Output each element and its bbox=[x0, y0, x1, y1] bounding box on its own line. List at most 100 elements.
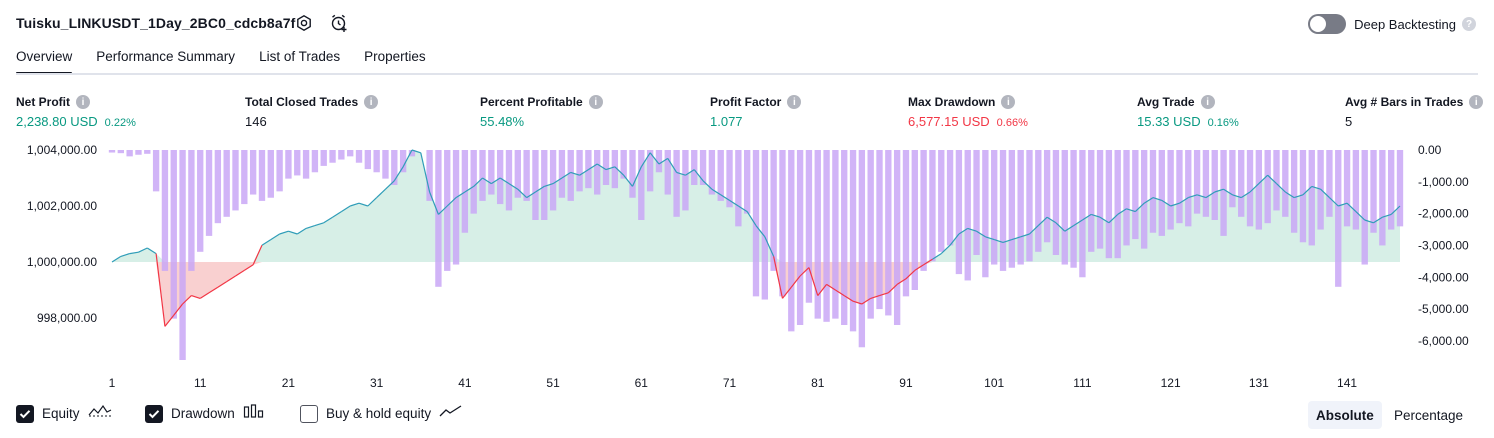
drawdown-bar bbox=[435, 150, 442, 287]
legend-drawdown[interactable]: Drawdown bbox=[145, 404, 265, 423]
tab-properties[interactable]: Properties bbox=[364, 44, 426, 74]
drawdown-bar bbox=[1114, 150, 1121, 259]
drawdown-bar bbox=[1388, 150, 1395, 230]
drawdown-bar bbox=[276, 150, 283, 192]
x-axis-tick-label: 81 bbox=[811, 376, 825, 390]
metric-value: 5 bbox=[1345, 114, 1353, 129]
info-icon[interactable]: i bbox=[364, 95, 379, 109]
drawdown-bar bbox=[470, 150, 477, 214]
info-icon[interactable]: i bbox=[1469, 95, 1484, 109]
drawdown-bar bbox=[902, 150, 910, 297]
x-axis-tick-label: 11 bbox=[194, 376, 207, 390]
drawdown-bar bbox=[170, 150, 177, 319]
drawdown-bar bbox=[788, 150, 795, 332]
info-icon[interactable]: i bbox=[1200, 95, 1215, 109]
drawdown-bar bbox=[179, 150, 186, 360]
drawdown-bar bbox=[893, 150, 901, 325]
drawdown-bar bbox=[108, 150, 116, 153]
drawdown-bar bbox=[938, 150, 945, 252]
drawdown-bar bbox=[1335, 150, 1342, 287]
drawdown-bar bbox=[232, 150, 239, 211]
tab-performance-summary[interactable]: Performance Summary bbox=[96, 44, 235, 74]
x-axis-tick-label: 1 bbox=[109, 376, 116, 390]
metric-label: Net Profit bbox=[16, 95, 70, 109]
legend-equity[interactable]: Equity bbox=[16, 404, 112, 423]
drawdown-bar bbox=[302, 150, 310, 179]
drawdown-bar bbox=[1158, 150, 1165, 236]
drawdown-bar bbox=[620, 150, 627, 179]
drawdown-bar bbox=[496, 150, 504, 205]
drawdown-bar bbox=[841, 150, 848, 325]
right-axis-tick-label: -1,000.00 bbox=[1418, 175, 1469, 189]
metric-label: Percent Profitable bbox=[480, 95, 583, 109]
drawdown-bar bbox=[858, 150, 866, 348]
drawdown-bar bbox=[558, 150, 566, 198]
drawdown-bar bbox=[355, 150, 363, 163]
metric-label: Max Drawdown bbox=[908, 95, 996, 109]
x-axis-tick-label: 131 bbox=[1249, 376, 1269, 390]
add-alert-icon[interactable] bbox=[329, 13, 349, 33]
left-axis-tick-label: 998,000.00 bbox=[37, 311, 97, 325]
equity-label: Equity bbox=[42, 406, 80, 421]
drawdown-bar bbox=[991, 150, 998, 265]
settings-icon[interactable] bbox=[294, 13, 314, 33]
drawdown-bar bbox=[946, 150, 954, 246]
drawdown-bar bbox=[1167, 150, 1174, 230]
drawdown-bar bbox=[638, 150, 645, 220]
drawdown-bar bbox=[1193, 150, 1201, 214]
x-axis-tick-label: 121 bbox=[1161, 376, 1181, 390]
tab-overview[interactable]: Overview bbox=[16, 44, 73, 75]
help-icon[interactable]: ? bbox=[1462, 17, 1476, 31]
left-axis-tick-label: 1,004,000.00 bbox=[27, 143, 97, 157]
percentage-button[interactable]: Percentage bbox=[1386, 401, 1471, 429]
drawdown-bar bbox=[549, 150, 557, 211]
drawdown-bar bbox=[1290, 150, 1298, 233]
drawdown-bar bbox=[1026, 150, 1033, 262]
drawdown-bar bbox=[1149, 150, 1157, 233]
equity-checkbox[interactable] bbox=[16, 404, 34, 423]
drawdown-bar bbox=[1211, 150, 1218, 220]
x-axis-tick-label: 61 bbox=[635, 376, 649, 390]
drawdown-bar bbox=[1361, 150, 1368, 265]
drawdown-bar bbox=[699, 150, 707, 185]
info-icon[interactable]: i bbox=[588, 95, 603, 109]
drawdown-label: Drawdown bbox=[171, 406, 235, 421]
info-icon[interactable]: i bbox=[1001, 95, 1016, 109]
chart-legend-bar: Equity Drawdown Buy & hold equity Absolu… bbox=[0, 398, 1494, 430]
drawdown-bar bbox=[1255, 150, 1263, 230]
drawdown-bar bbox=[1132, 150, 1139, 240]
drawdown-bar bbox=[347, 150, 354, 157]
metric-avg-bars-in-trades: Avg # Bars in Trades i 5 bbox=[1345, 94, 1484, 129]
drawdown-bar bbox=[973, 150, 980, 255]
metric-value: 55.48% bbox=[480, 114, 525, 129]
buy-hold-checkbox[interactable] bbox=[300, 404, 318, 423]
drawdown-bar bbox=[955, 150, 963, 275]
drawdown-bar bbox=[1229, 150, 1236, 208]
legend-buy-hold-equity[interactable]: Buy & hold equity bbox=[300, 404, 463, 423]
drawdown-checkbox[interactable] bbox=[145, 404, 163, 423]
equity-drawdown-chart[interactable]: 1,004,000.00 1,002,000.00 1,000,000.00 998,… bbox=[0, 140, 1494, 392]
x-axis-tick-label: 41 bbox=[458, 376, 472, 390]
drawdown-bar bbox=[1379, 150, 1386, 246]
drawdown-bar bbox=[241, 150, 248, 205]
drawdown-bar bbox=[999, 150, 1007, 271]
info-icon[interactable]: i bbox=[76, 95, 90, 109]
right-axis-tick-label: -6,000.00 bbox=[1418, 334, 1469, 348]
drawdown-bar bbox=[1088, 150, 1095, 252]
tab-list-of-trades[interactable]: List of Trades bbox=[259, 44, 340, 74]
drawdown-bar bbox=[823, 150, 830, 322]
x-axis-tick-label: 101 bbox=[984, 376, 1004, 390]
drawdown-bar bbox=[1308, 150, 1315, 246]
drawdown-bar bbox=[673, 150, 680, 217]
drawdown-bar bbox=[452, 150, 460, 265]
drawdown-bar bbox=[1070, 150, 1077, 268]
drawdown-bar bbox=[249, 150, 257, 195]
drawdown-bar bbox=[1043, 150, 1051, 243]
drawdown-bar bbox=[117, 150, 124, 154]
deep-backtesting-toggle[interactable] bbox=[1308, 14, 1347, 34]
drawdown-bar bbox=[329, 150, 336, 163]
metric-profit-factor: Profit Factor i 1.077 bbox=[710, 94, 802, 129]
info-icon[interactable]: i bbox=[787, 95, 802, 109]
absolute-button[interactable]: Absolute bbox=[1308, 401, 1382, 429]
drawdown-bar bbox=[541, 150, 548, 220]
